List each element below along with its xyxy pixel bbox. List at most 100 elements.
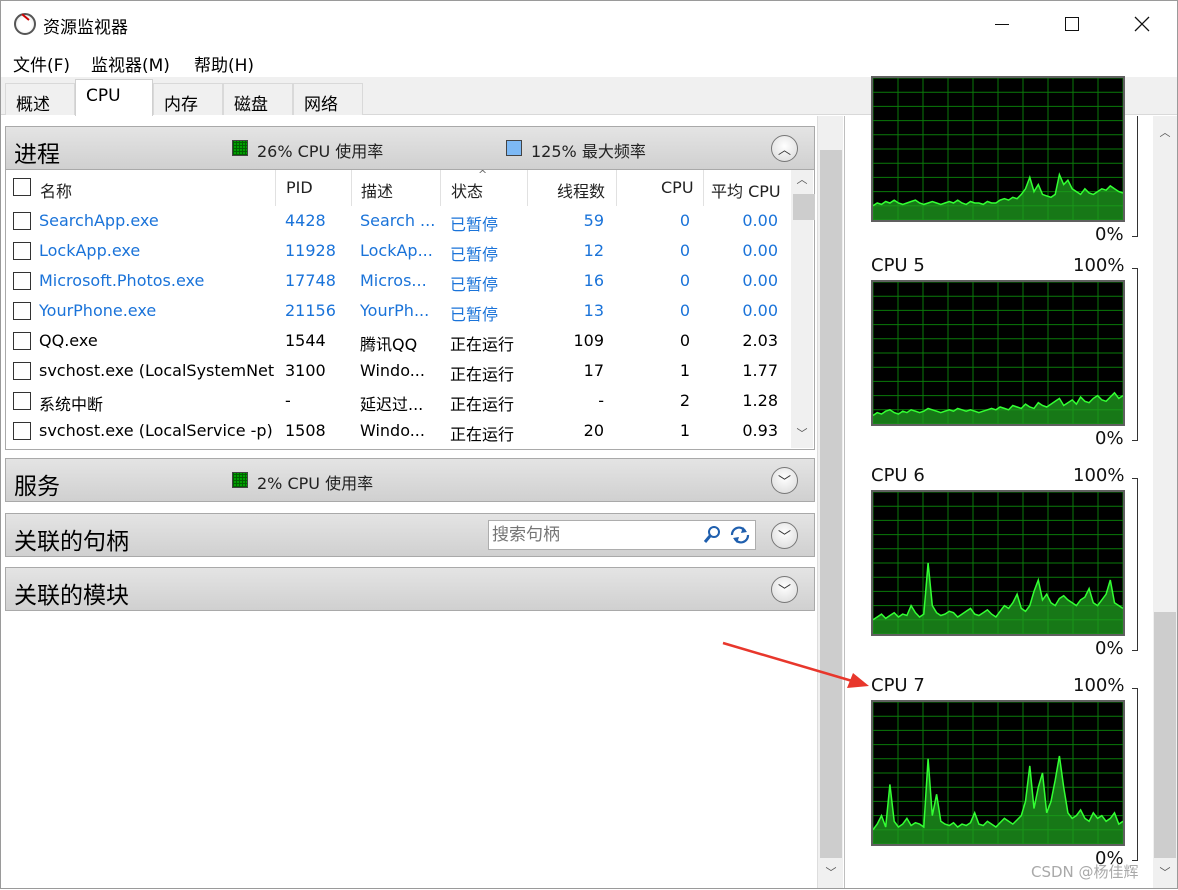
table-row[interactable]: LockApp.exe 11928 LockAp... 已暂停 12 0 0.00 — [6, 236, 791, 266]
cell-pid: 3100 — [285, 361, 326, 380]
row-checkbox[interactable] — [13, 272, 31, 290]
scrollbar-thumb[interactable] — [820, 150, 842, 858]
cell-desc: LockAp... — [360, 241, 433, 260]
cell-desc: Windo... — [360, 421, 425, 440]
process-table-scrollbar[interactable]: ︿ ﹀ — [791, 170, 815, 448]
table-row[interactable]: 系统中断 - 延迟过... 正在运行 - 2 1.28 — [6, 386, 791, 416]
scroll-down-icon[interactable]: ﹀ — [1154, 864, 1176, 880]
services-cpu-usage-text: 2% CPU 使用率 — [257, 474, 374, 493]
row-checkbox[interactable] — [13, 212, 31, 230]
cell-threads: 13 — [583, 301, 604, 320]
column-header-cpu[interactable]: CPU — [661, 178, 694, 197]
row-checkbox[interactable] — [13, 392, 31, 410]
tab-disk[interactable]: 磁盘 — [223, 83, 293, 115]
cell-name: svchost.exe (LocalSystemNet... — [39, 361, 274, 380]
cell-pid: 1508 — [285, 421, 326, 440]
menu-bar: 文件(F) 监视器(M) 帮助(H) — [1, 47, 1177, 77]
expand-handles-button[interactable]: ﹀ — [771, 522, 798, 549]
minimize-button[interactable] — [967, 1, 1037, 47]
scrollbar-thumb[interactable] — [793, 194, 815, 220]
menu-file[interactable]: 文件(F) — [13, 51, 70, 76]
tab-overview[interactable]: 概述 — [5, 83, 75, 115]
close-button[interactable] — [1107, 1, 1177, 47]
cell-pid: 17748 — [285, 271, 336, 290]
services-section-header[interactable]: 服务 2% CPU 使用率 ﹀ — [5, 458, 815, 502]
cpu-details-pane: 进程 26% CPU 使用率 125% 最大频率 ︿ 名称 PID 描述 状态 … — [1, 116, 817, 888]
expand-services-button[interactable]: ﹀ — [771, 467, 798, 494]
table-row[interactable]: svchost.exe (LocalSystemNet... 3100 Windo.… — [6, 356, 791, 386]
max-frequency-legend-icon — [506, 140, 522, 156]
handle-search-box[interactable] — [488, 520, 756, 550]
cell-status: 已暂停 — [450, 275, 499, 294]
row-checkbox[interactable] — [13, 332, 31, 350]
chevron-up-icon: ︿ — [777, 143, 791, 158]
graphs-scrollbar[interactable]: ︿ ﹀ — [1153, 116, 1177, 888]
menu-help[interactable]: 帮助(H) — [194, 51, 254, 76]
tab-network[interactable]: 网络 — [293, 83, 363, 115]
cell-threads: 12 — [583, 241, 604, 260]
processes-section-header[interactable]: 进程 26% CPU 使用率 125% 最大频率 ︿ — [5, 126, 815, 170]
column-header-status[interactable]: 状态 — [451, 178, 483, 202]
cell-threads: 17 — [583, 361, 604, 380]
maximize-button[interactable] — [1037, 1, 1107, 47]
handle-search-input[interactable] — [492, 524, 692, 546]
cell-cpu: 1 — [679, 421, 690, 440]
table-row[interactable]: Microsoft.Photos.exe 17748 Micros... 已暂停 16 0… — [6, 266, 791, 296]
resource-monitor-window: 资源监视器 文件(F) 监视器(M) 帮助(H) 概述 CPU 内存 磁盘 网络… — [0, 0, 1178, 889]
menu-monitor[interactable]: 监视器(M) — [91, 51, 170, 76]
graph-min-label: 0% — [1095, 224, 1124, 245]
refresh-icon[interactable] — [729, 525, 751, 545]
cell-desc: YourPh... — [360, 301, 430, 320]
cell-threads: - — [598, 391, 604, 410]
cell-cpu: 0 — [679, 211, 690, 230]
table-row[interactable]: svchost.exe (LocalService -p) 1508 Windo..… — [6, 416, 791, 446]
tab-memory[interactable]: 内存 — [153, 83, 223, 115]
modules-section-header[interactable]: 关联的模块 ﹀ — [5, 567, 815, 611]
column-header-name[interactable]: 名称 — [40, 178, 72, 202]
handles-section-header[interactable]: 关联的句柄 ﹀ — [5, 513, 815, 557]
cell-status: 正在运行 — [450, 425, 515, 444]
process-table: 名称 PID 描述 状态 ^ 线程数 CPU 平均 CPU SearchApp.… — [5, 168, 815, 450]
row-checkbox[interactable] — [13, 242, 31, 260]
column-header-average-cpu[interactable]: 平均 CPU — [711, 178, 781, 202]
cell-cpu: 0 — [679, 271, 690, 290]
cell-name: svchost.exe (LocalService -p) — [39, 421, 273, 440]
cpu-usage-graph — [871, 280, 1125, 426]
scroll-up-icon[interactable]: ︿ — [1154, 124, 1176, 140]
cell-name: Microsoft.Photos.exe — [39, 271, 205, 290]
cell-desc: Windo... — [360, 361, 425, 380]
table-row[interactable]: YourPhone.exe 21156 YourPh... 已暂停 13 0 0.00 — [6, 296, 791, 326]
search-icon[interactable] — [703, 525, 721, 545]
scroll-down-icon[interactable]: ﹀ — [820, 864, 842, 880]
graph-max-label: 100% — [1073, 675, 1125, 696]
column-header-threads[interactable]: 线程数 — [557, 178, 605, 202]
cell-threads: 109 — [573, 331, 604, 350]
row-checkbox[interactable] — [13, 362, 31, 380]
cell-desc: Search ... — [360, 211, 436, 230]
cell-pid: 4428 — [285, 211, 326, 230]
cell-avg: 1.77 — [742, 361, 778, 380]
expand-modules-button[interactable]: ﹀ — [771, 576, 798, 603]
scrollbar-thumb[interactable] — [1154, 612, 1176, 858]
cpu-usage-graph — [871, 490, 1125, 636]
tab-cpu[interactable]: CPU — [75, 79, 153, 116]
select-all-checkbox[interactable] — [13, 178, 31, 196]
table-row[interactable]: SearchApp.exe 4428 Search ... 已暂停 59 0 0.00 — [6, 206, 791, 236]
modules-title: 关联的模块 — [14, 583, 129, 609]
details-scrollbar[interactable]: ﹀ — [817, 116, 843, 888]
minimize-icon — [995, 23, 1009, 25]
collapse-processes-button[interactable]: ︿ — [771, 135, 798, 162]
row-checkbox[interactable] — [13, 302, 31, 320]
scroll-up-icon[interactable]: ︿ — [791, 170, 813, 190]
cell-desc: 延迟过... — [360, 395, 424, 414]
cell-pid: 1544 — [285, 331, 326, 350]
column-header-pid[interactable]: PID — [286, 178, 313, 197]
cell-cpu: 1 — [679, 361, 690, 380]
cell-avg: 0.93 — [742, 421, 778, 440]
row-checkbox[interactable] — [13, 422, 31, 440]
column-header-description[interactable]: 描述 — [361, 178, 393, 202]
table-row[interactable]: QQ.exe 1544 腾讯QQ 正在运行 109 0 2.03 — [6, 326, 791, 356]
cpu-usage-graph — [871, 76, 1125, 222]
scroll-down-icon[interactable]: ﹀ — [791, 424, 813, 444]
cell-name: 系统中断 — [39, 395, 104, 414]
